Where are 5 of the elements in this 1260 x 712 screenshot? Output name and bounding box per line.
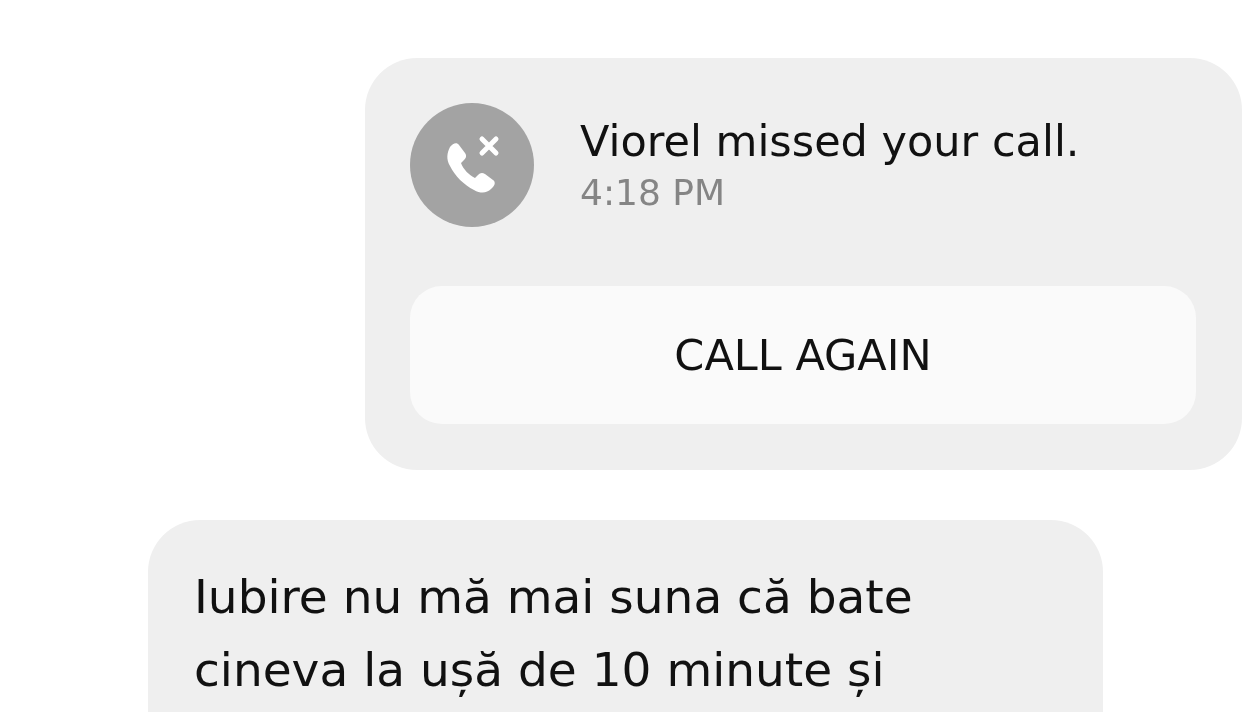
call-again-button[interactable]: CALL AGAIN	[410, 286, 1196, 424]
message-text: Iubire nu mă mai suna că bate cineva la ușă de 10 minute și	[194, 568, 914, 699]
missed-call-icon	[410, 103, 534, 227]
call-time: 4:18 PM	[580, 171, 727, 215]
missed-call-message: Viorel missed your call.	[580, 115, 1080, 168]
